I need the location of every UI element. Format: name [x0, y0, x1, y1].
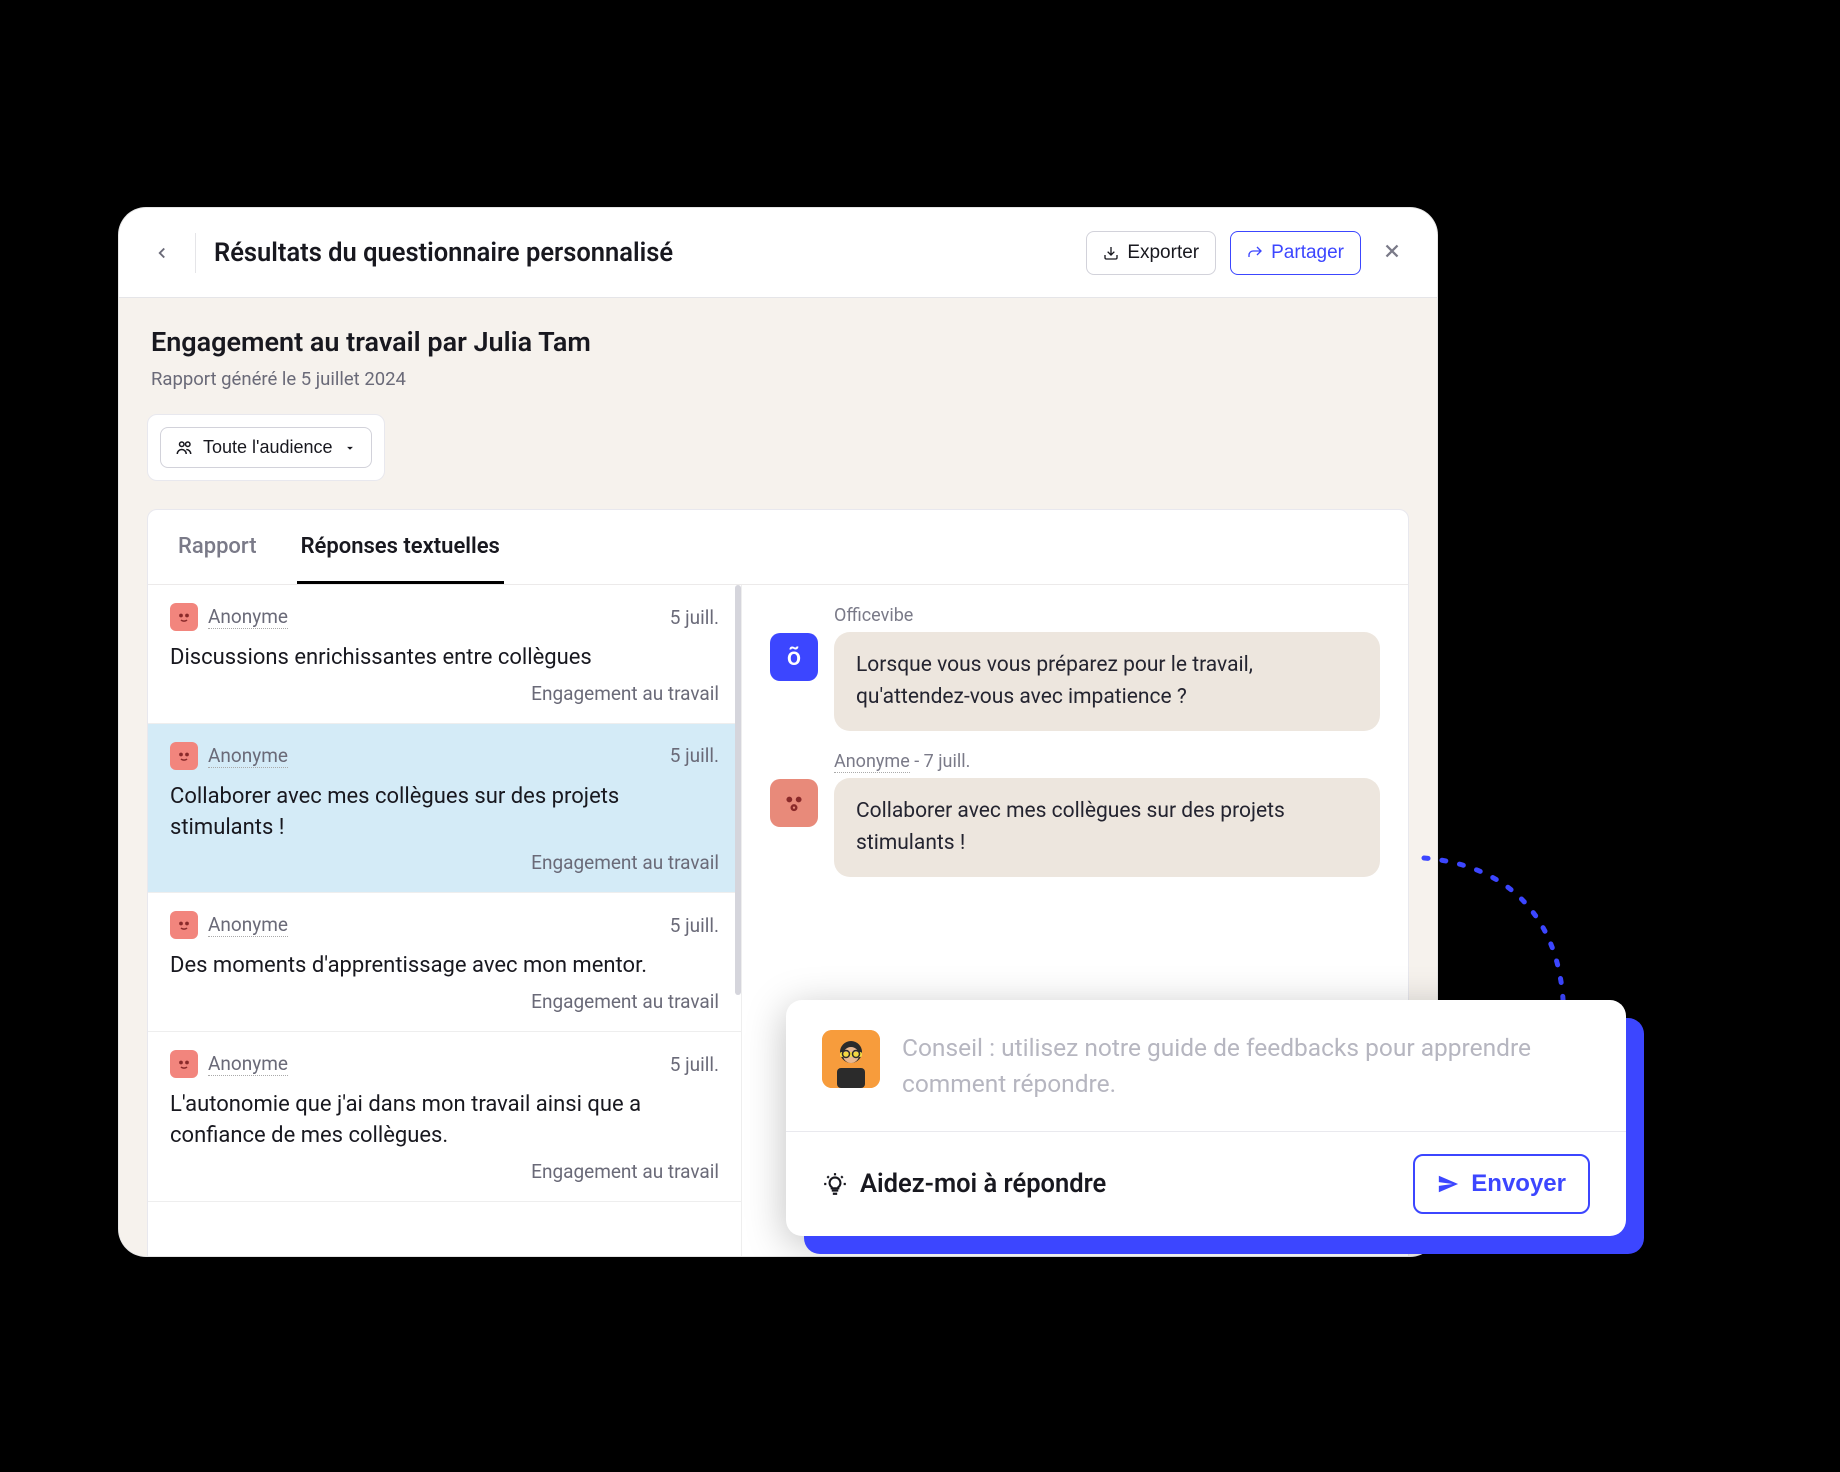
close-icon [1381, 240, 1403, 262]
share-icon [1247, 245, 1263, 261]
export-button[interactable]: Exporter [1086, 231, 1216, 275]
user-avatar [822, 1030, 880, 1088]
answer-row: Anonyme - 7 juill. Collaborer avec mes c… [770, 751, 1380, 877]
responses-list[interactable]: Anonyme 5 juill. Discussions enrichissan… [148, 585, 742, 1257]
anonymous-avatar-icon [170, 742, 198, 770]
answer-sender-line: Anonyme - 7 juill. [834, 751, 1380, 772]
send-button[interactable]: Envoyer [1413, 1154, 1590, 1214]
help-label: Aidez-moi à répondre [860, 1169, 1106, 1199]
report-title: Engagement au travail par Julia Tam [151, 326, 1405, 358]
response-item[interactable]: Anonyme 5 juill. Collaborer avec mes col… [148, 724, 741, 894]
filter-bar: Toute l'audience [147, 414, 385, 481]
chevron-left-icon [153, 244, 171, 262]
response-author: Anonyme [208, 913, 288, 937]
download-icon [1103, 245, 1119, 261]
tabs: Rapport Réponses textuelles [148, 510, 1408, 585]
answer-date: - 7 juill. [910, 751, 971, 772]
chevron-down-icon [343, 441, 357, 455]
audience-filter-label: Toute l'audience [203, 437, 333, 458]
officevibe-avatar-icon: õ [770, 633, 818, 681]
send-label: Envoyer [1471, 1170, 1566, 1198]
anonymous-avatar-icon [770, 779, 818, 827]
back-button[interactable] [147, 238, 177, 268]
share-label: Partager [1271, 242, 1344, 264]
response-text: Discussions enrichissantes entre collègu… [170, 643, 719, 674]
reply-input[interactable]: Conseil : utilisez notre guide de feedba… [902, 1030, 1590, 1101]
response-date: 5 juill. [670, 1053, 719, 1076]
answer-text: Collaborer avec mes collègues sur des pr… [834, 778, 1380, 877]
send-icon [1437, 1173, 1459, 1195]
response-tag: Engagement au travail [170, 1160, 719, 1183]
export-label: Exporter [1127, 242, 1199, 264]
lightbulb-icon [822, 1171, 848, 1197]
response-date: 5 juill. [670, 606, 719, 629]
response-item[interactable]: Anonyme 5 juill. Des moments d'apprentis… [148, 893, 741, 1032]
header-actions: Exporter Partager [1086, 231, 1409, 275]
help-me-respond-button[interactable]: Aidez-moi à répondre [822, 1169, 1106, 1199]
response-tag: Engagement au travail [170, 851, 719, 874]
response-text: Des moments d'apprentissage avec mon men… [170, 951, 719, 982]
tab-text-responses[interactable]: Réponses textuelles [297, 510, 504, 584]
audience-filter-button[interactable]: Toute l'audience [160, 427, 372, 468]
response-date: 5 juill. [670, 744, 719, 767]
anonymous-avatar-icon [170, 603, 198, 631]
audience-icon [175, 439, 193, 457]
question-sender: Officevibe [834, 605, 1380, 626]
report-header: Engagement au travail par Julia Tam Rapp… [147, 326, 1409, 414]
answer-sender: Anonyme [834, 751, 910, 773]
response-item[interactable]: Anonyme 5 juill. L'autonomie que j'ai da… [148, 1032, 741, 1202]
response-tag: Engagement au travail [170, 990, 719, 1013]
window-header: Résultats du questionnaire personnalisé … [119, 208, 1437, 298]
report-generated-date: Rapport généré le 5 juillet 2024 [151, 368, 1405, 390]
anonymous-avatar-icon [170, 911, 198, 939]
response-author: Anonyme [208, 605, 288, 629]
response-text: Collaborer avec mes collègues sur des pr… [170, 782, 719, 844]
response-item[interactable]: Anonyme 5 juill. Discussions enrichissan… [148, 585, 741, 724]
scrollbar[interactable] [735, 585, 741, 995]
anonymous-avatar-icon [170, 1050, 198, 1078]
response-author: Anonyme [208, 744, 288, 768]
response-text: L'autonomie que j'ai dans mon travail ai… [170, 1090, 719, 1152]
response-author: Anonyme [208, 1052, 288, 1076]
close-button[interactable] [1375, 234, 1409, 272]
response-date: 5 juill. [670, 914, 719, 937]
divider [195, 233, 196, 273]
response-tag: Engagement au travail [170, 682, 719, 705]
question-row: õ Officevibe Lorsque vous vous préparez … [770, 605, 1380, 731]
question-text: Lorsque vous vous préparez pour le trava… [834, 632, 1380, 731]
share-button[interactable]: Partager [1230, 231, 1361, 275]
tab-report[interactable]: Rapport [174, 510, 261, 584]
page-title: Résultats du questionnaire personnalisé [214, 238, 1068, 268]
reply-card: Conseil : utilisez notre guide de feedba… [786, 1000, 1626, 1236]
